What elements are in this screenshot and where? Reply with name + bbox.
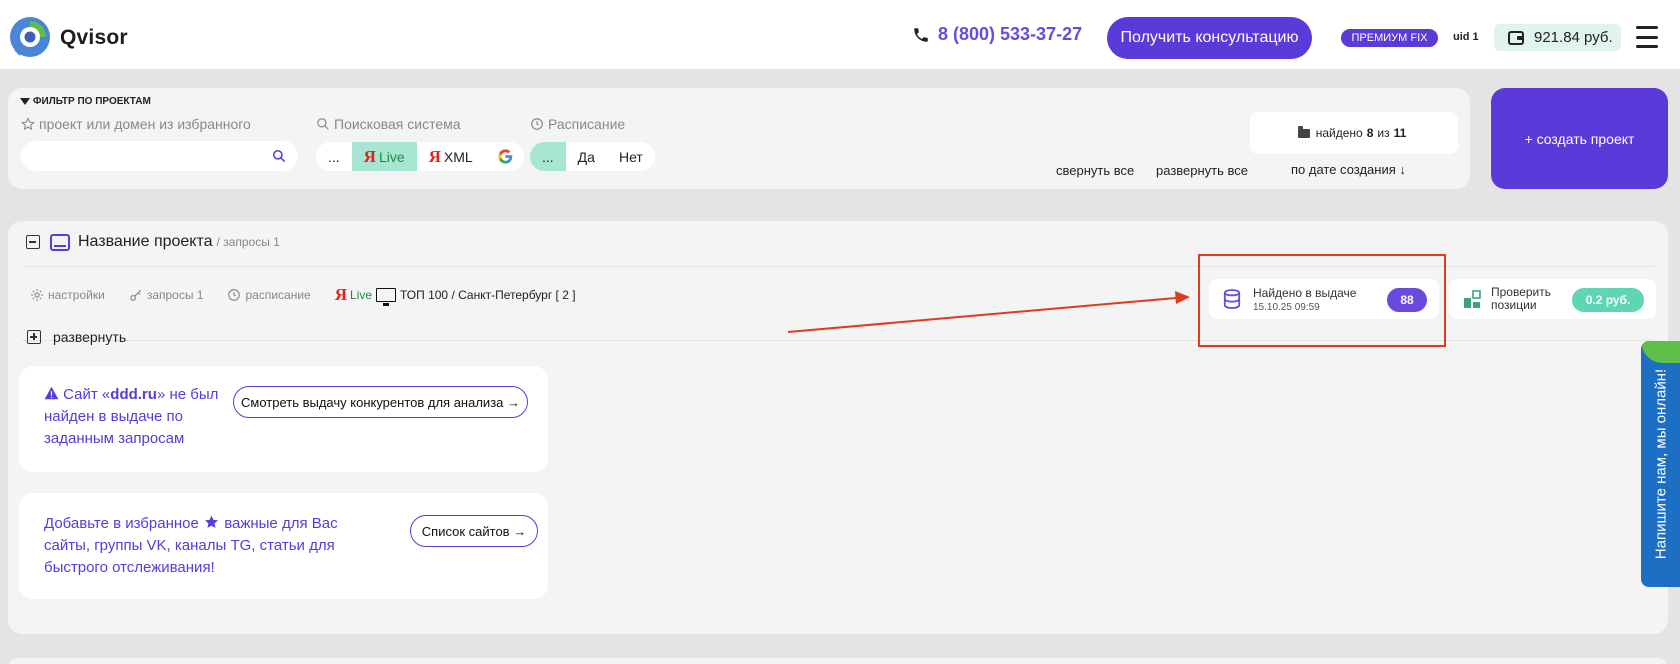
warning-icon [44, 386, 59, 400]
schedule-filter-label: Расписание [530, 116, 625, 132]
wallet-icon [1508, 30, 1524, 45]
phone-link[interactable]: 8 (800) 533-37-27 [912, 24, 1082, 45]
engine-filter-label: Поисковая система [316, 116, 461, 132]
competitors-serp-button[interactable]: Смотреть выдачу конкурентов для анализа … [233, 386, 528, 418]
found-counter: найдено 8 из 11 [1250, 112, 1458, 154]
key-icon [129, 289, 141, 301]
not-found-notice: Сайт «ddd.ru» не был найден в выдаче по … [19, 366, 548, 472]
filter-panel: ФИЛЬТР ПО ПРОЕКТАМ проект или домен из и… [8, 88, 1470, 189]
expand-all-link[interactable]: развернуть все [1156, 163, 1248, 178]
project-queries-count: / запросы 1 [216, 235, 280, 249]
check-label-line2: позиции [1491, 298, 1537, 312]
collapse-all-link[interactable]: свернуть все [1056, 163, 1134, 178]
phone-icon [914, 27, 928, 42]
positions-icon [1464, 290, 1481, 308]
engine-selector: ... Я Live Я XML [316, 142, 524, 171]
schedule-link[interactable]: расписание [227, 288, 311, 302]
clock-icon [531, 118, 543, 130]
folder-icon [1297, 125, 1310, 138]
schedule-option-yes[interactable]: Да [566, 142, 607, 171]
magnifier-icon [317, 118, 329, 130]
create-project-button[interactable]: + создать проект [1491, 88, 1668, 189]
logo-icon [10, 17, 50, 57]
project-filter-label: проект или домен из избранного [21, 116, 251, 132]
balance-button[interactable]: 921.84 руб. [1494, 24, 1621, 51]
favorites-notice: Добавьте в избранное важные для Вас сайт… [19, 493, 548, 599]
project-search-input[interactable] [21, 141, 261, 171]
filter-title: ФИЛЬТР ПО ПРОЕКТАМ [20, 96, 151, 107]
engine-option-any[interactable]: ... [316, 142, 352, 171]
project-toolbar: настройки запросы 1 расписание Я Live ТО… [30, 285, 576, 306]
settings-link[interactable]: настройки [30, 288, 105, 302]
expand-toggle[interactable]: развернуть [27, 329, 126, 345]
project-header: Название проекта / запросы 1 [26, 233, 280, 251]
project-name[interactable]: Название проекта [78, 233, 213, 251]
logo-text: Qvisor [60, 26, 128, 49]
project-search-field[interactable] [21, 141, 298, 171]
schedule-option-any[interactable]: ... [530, 142, 566, 171]
chat-corner-accent [1641, 341, 1680, 363]
star-outline-icon [21, 117, 35, 131]
phone-number: 8 (800) 533-37-27 [938, 24, 1083, 44]
consultation-button[interactable]: Получить консультацию [1107, 17, 1312, 59]
desktop-icon [376, 288, 396, 306]
filter-icon [20, 98, 30, 105]
yandex-icon: Я [334, 285, 347, 304]
engine-option-yandex-live[interactable]: Я Live [351, 142, 417, 171]
annotation-highlight-box [1198, 254, 1446, 347]
balance-value: 921.84 руб. [1534, 29, 1613, 46]
favorites-text: Добавьте в избранное важные для Вас сайт… [44, 515, 338, 576]
online-chat-tab[interactable]: Напишите нам, мы онлайн! [1641, 341, 1680, 587]
schedule-option-no[interactable]: Нет [607, 142, 655, 171]
collapse-icon[interactable] [26, 235, 40, 249]
expand-icon [27, 330, 41, 344]
schedule-selector: ... Да Нет [530, 142, 655, 171]
plan-badge[interactable]: ПРЕМИУМ FIX [1341, 29, 1438, 47]
google-icon [498, 149, 513, 164]
check-positions-card[interactable]: Проверить позиции 0.2 руб. [1449, 279, 1656, 319]
star-icon [204, 515, 219, 528]
engine-option-yandex-xml[interactable]: Я XML [417, 142, 485, 171]
header: Qvisor 8 (800) 533-37-27 Получить консул… [0, 0, 1680, 69]
project-icon [50, 233, 70, 251]
user-id: uid 1 [1453, 31, 1479, 43]
queries-link[interactable]: запросы 1 [129, 288, 203, 302]
engine-region-info: Я Live ТОП 100 / Санкт-Петербург [ 2 ] [334, 285, 576, 306]
engine-option-google[interactable] [485, 142, 524, 171]
search-icon[interactable] [272, 149, 286, 163]
clock-icon [228, 289, 241, 301]
check-price-badge[interactable]: 0.2 руб. [1572, 288, 1644, 312]
yandex-icon: Я [428, 146, 441, 166]
sort-selector[interactable]: по дате создания ↓ [1291, 162, 1406, 177]
not-found-text: Сайт «ddd.ru» не был найден в выдаче по … [44, 386, 219, 447]
next-project-card [8, 658, 1668, 664]
sites-list-button[interactable]: Список сайтов → [410, 515, 538, 547]
logo[interactable]: Qvisor [8, 16, 128, 60]
yandex-icon: Я [363, 146, 376, 166]
gear-icon [31, 289, 43, 301]
menu-icon[interactable] [1636, 26, 1658, 48]
chat-label: Напишите нам, мы онлайн! [1652, 368, 1669, 560]
